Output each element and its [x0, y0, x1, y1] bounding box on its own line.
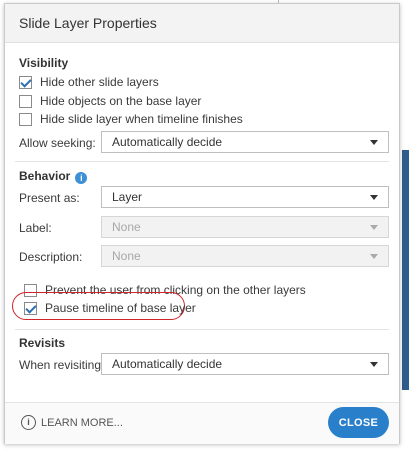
visibility-heading: Visibility	[19, 56, 69, 70]
chevron-down-icon	[370, 253, 378, 259]
section-divider	[15, 161, 389, 162]
dialog-title: Slide Layer Properties	[19, 15, 157, 31]
slide-layer-properties-dialog: Slide Layer Properties Visibility Hide o…	[4, 3, 400, 444]
description-label: Description:	[19, 250, 83, 264]
hide-when-finished-checkbox[interactable]	[19, 112, 32, 126]
hide-other-layers-checkbox[interactable]	[19, 75, 32, 89]
learn-more-text: LEARN MORE...	[41, 416, 123, 429]
chevron-down-icon	[370, 139, 378, 145]
info-icon[interactable]: i	[75, 172, 88, 184]
info-circle-icon: i	[21, 415, 36, 430]
behavior-heading-text: Behavior	[19, 169, 71, 183]
hide-when-finished-label: Hide slide layer when timeline finishes	[40, 112, 243, 126]
chevron-down-icon	[370, 361, 378, 367]
label-value: None	[112, 220, 141, 234]
hide-base-objects-checkbox[interactable]	[19, 94, 32, 108]
pause-timeline-option[interactable]: Pause timeline of base layer	[24, 301, 196, 315]
pause-timeline-checkbox[interactable]	[24, 301, 37, 315]
revisits-heading: Revisits	[19, 336, 66, 350]
chevron-down-icon	[370, 194, 378, 200]
pause-timeline-label: Pause timeline of base layer	[45, 301, 196, 315]
allow-seeking-value: Automatically decide	[112, 135, 223, 149]
learn-more-link[interactable]: i LEARN MORE...	[21, 415, 123, 430]
hide-base-objects-label: Hide objects on the base layer	[40, 94, 202, 108]
present-as-value: Layer	[112, 190, 143, 204]
close-button[interactable]: CLOSE	[328, 407, 389, 438]
section-divider	[15, 329, 389, 330]
hide-when-finished-option[interactable]: Hide slide layer when timeline finishes	[19, 112, 243, 126]
when-revisiting-select[interactable]: Automatically decide	[101, 353, 389, 375]
allow-seeking-select[interactable]: Automatically decide	[101, 131, 389, 153]
label-select[interactable]: None	[101, 216, 389, 238]
behavior-heading: Behavior i	[19, 169, 88, 184]
present-as-label: Present as:	[19, 191, 80, 205]
hide-other-layers-option[interactable]: Hide other slide layers	[19, 75, 159, 89]
description-value: None	[112, 249, 141, 263]
allow-seeking-label: Allow seeking:	[19, 136, 96, 150]
hide-other-layers-label: Hide other slide layers	[40, 75, 159, 89]
hide-base-objects-option[interactable]: Hide objects on the base layer	[19, 94, 201, 108]
label-field-label: Label:	[19, 221, 52, 235]
dialog-footer: i LEARN MORE... CLOSE	[5, 402, 399, 444]
dialog-titlebar: Slide Layer Properties	[5, 4, 399, 43]
chevron-down-icon	[370, 224, 378, 230]
description-select[interactable]: None	[101, 245, 389, 267]
when-revisiting-value: Automatically decide	[112, 357, 223, 371]
present-as-select[interactable]: Layer	[101, 186, 389, 208]
when-revisiting-label: When revisiting:	[19, 358, 105, 372]
background-slide-accent	[402, 150, 409, 390]
